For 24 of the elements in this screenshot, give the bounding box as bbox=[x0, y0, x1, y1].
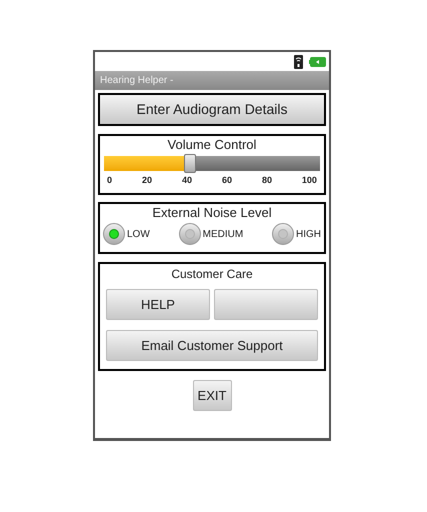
radio-button[interactable] bbox=[272, 223, 294, 245]
audiogram-button[interactable]: Enter Audiogram Details bbox=[98, 93, 326, 126]
tick-label: 40 bbox=[182, 175, 192, 185]
email-support-button[interactable]: Email Customer Support bbox=[106, 330, 318, 361]
exit-button[interactable]: EXIT bbox=[192, 380, 232, 411]
tick-label: 60 bbox=[222, 175, 232, 185]
radio-label: LOW bbox=[127, 228, 150, 242]
radio-button[interactable] bbox=[103, 223, 125, 245]
slider-thumb[interactable] bbox=[184, 154, 196, 173]
help-button[interactable]: HELP bbox=[106, 289, 210, 320]
panel-title: Customer Care bbox=[171, 266, 253, 283]
panel-title: External Noise Level bbox=[152, 204, 272, 221]
radio-label: MEDIUM bbox=[202, 228, 244, 242]
window-title: Hearing Helper - bbox=[100, 74, 174, 88]
tick-label: 0 bbox=[107, 175, 112, 185]
volume-slider[interactable] bbox=[104, 156, 320, 171]
radio-label: HIGH bbox=[296, 228, 321, 242]
radio-button[interactable] bbox=[178, 223, 201, 245]
tick-label: 20 bbox=[142, 175, 152, 185]
signal-icon bbox=[294, 54, 303, 68]
tick-label: 100 bbox=[302, 175, 317, 185]
panel-title: Volume Control bbox=[168, 137, 256, 153]
tick-label: 80 bbox=[262, 175, 272, 185]
battery-icon bbox=[309, 56, 326, 66]
